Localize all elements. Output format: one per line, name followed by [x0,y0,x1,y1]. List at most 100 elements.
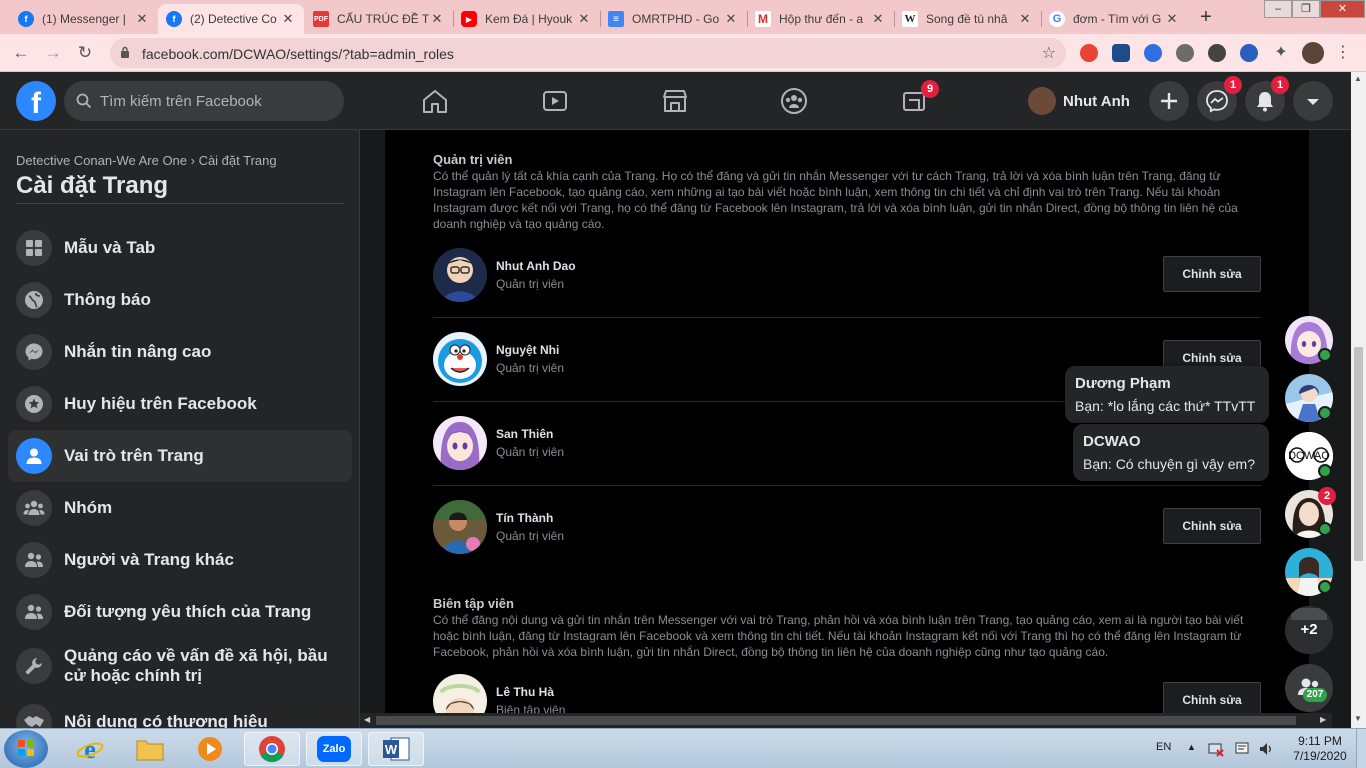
close-tab-icon[interactable]: ✕ [576,11,592,27]
internet-explorer-icon: e [76,735,104,763]
facebook-logo[interactable]: f [16,81,56,121]
windows-logo-icon [18,740,34,756]
zalo-taskbar-button[interactable]: Zalo [306,732,362,766]
avatar[interactable] [1302,42,1324,64]
sidebar-item-page-roles[interactable]: Vai trò trên Trang [8,430,352,482]
avatar[interactable] [433,332,487,386]
forward-button[interactable]: → [42,42,64,64]
chrome-icon [259,736,285,763]
close-tab-icon[interactable]: ✕ [429,11,445,27]
watch-icon[interactable] [540,86,570,116]
gmail-icon: M [755,11,771,27]
close-tab-icon[interactable]: ✕ [1164,11,1180,27]
new-tab-button[interactable]: + [1194,6,1218,30]
list-item: Lê Thu Hà Biên tập viên Chỉnh sửa [433,660,1261,713]
search-input[interactable]: Tìm kiếm trên Facebook [64,81,344,121]
tray-expand-icon[interactable]: ▲ [1187,742,1196,752]
sidebar-item-groups[interactable]: Nhóm [8,482,352,534]
vertical-scrollbar[interactable]: ▲ ▼ [1351,72,1366,728]
language-indicator[interactable]: EN [1156,741,1171,753]
network-icon[interactable] [1208,741,1224,757]
extension-icon[interactable] [1208,44,1226,62]
close-tab-icon[interactable]: ✕ [280,11,296,27]
back-button[interactable]: ← [10,42,32,64]
extension-icon[interactable] [1240,44,1258,62]
close-tab-icon[interactable]: ✕ [1017,11,1033,27]
edit-button[interactable]: Chỉnh sửa [1163,508,1261,544]
editor-section-description: Có thể đăng nội dung và gửi tin nhắn trê… [433,613,1244,659]
start-button[interactable] [4,730,48,768]
sidebar-item-people-other-pages[interactable]: Người và Trang khác [8,534,352,586]
avatar[interactable] [433,248,487,302]
show-desktop-button[interactable] [1356,729,1366,768]
avatar[interactable] [433,416,487,470]
create-button[interactable] [1149,81,1189,121]
sidebar-item-notifications[interactable]: Thông báo [8,274,352,326]
puzzle-icon[interactable]: ✦ [1272,44,1290,62]
chrome-taskbar-button[interactable] [244,732,300,766]
browser-tab[interactable]: ≡ OMRTPHD - Go ✕ [600,4,747,34]
browser-tab[interactable]: ▶ Kem Đá | Hyouk ✕ [453,4,600,34]
edit-button[interactable]: Chỉnh sửa [1163,256,1261,292]
word-taskbar-button[interactable]: W [368,732,424,766]
close-tab-icon[interactable]: ✕ [870,11,886,27]
action-center-icon[interactable] [1234,741,1250,757]
restore-button[interactable]: ❐ [1292,0,1320,18]
volume-icon[interactable] [1258,741,1274,757]
word-icon: W [383,737,410,761]
close-tab-icon[interactable]: ✕ [723,11,739,27]
browser-tab-active[interactable]: f (2) Detective Co ✕ [158,4,304,34]
extension-icon[interactable] [1176,44,1194,62]
horizontal-scrollbar[interactable]: ◀ ▶ [360,713,1332,728]
online-indicator [1318,522,1332,536]
ie-taskbar-button[interactable]: e [62,732,118,766]
handshake-icon [16,704,52,728]
explorer-taskbar-button[interactable] [122,732,178,766]
person-icon [16,438,52,474]
system-clock[interactable]: 9:11 PM 7/19/2020 [1285,734,1355,764]
marketplace-icon[interactable] [660,86,690,116]
facebook-header: f Tìm kiếm trên Facebook 9 Nhut Anh 1 1 [0,72,1351,130]
browser-tab[interactable]: W Song đề tù nhâ ✕ [894,4,1041,34]
scroll-down-icon[interactable]: ▼ [1354,714,1362,723]
sidebar-item-advanced-messaging[interactable]: Nhắn tin nâng cao [8,326,352,378]
messenger-icon [16,334,52,370]
avatar[interactable] [433,500,487,554]
close-tab-icon[interactable]: ✕ [134,11,150,27]
account-menu-button[interactable] [1293,81,1333,121]
more-chats-button[interactable]: +2 [1285,606,1333,654]
close-window-button[interactable]: ✕ [1320,0,1365,18]
bookmark-star-icon[interactable]: ☆ [1042,43,1056,63]
scroll-right-icon[interactable]: ▶ [1320,715,1326,724]
sidebar-item-political-ads[interactable]: Quảng cáo về vấn đề xã hội, bầu cử hoặc … [8,638,352,694]
groups-icon[interactable] [779,86,809,116]
chat-preview-bubble[interactable]: DCWAO Bạn: Có chuyện gì vậy em? [1073,424,1269,481]
extension-icon[interactable] [1112,44,1130,62]
scroll-left-icon[interactable]: ◀ [364,715,370,724]
home-icon[interactable] [420,86,450,116]
profile-chip[interactable]: Nhut Anh [1028,86,1130,116]
browser-tab[interactable]: G đơm - Tìm với G ✕ [1041,4,1188,34]
avatar[interactable] [433,674,487,713]
breadcrumb[interactable]: Detective Conan-We Are One › Cài đặt Tra… [16,153,277,168]
extension-icon[interactable] [1144,44,1162,62]
browser-tab[interactable]: f (1) Messenger | ✕ [10,4,158,34]
media-player-icon [198,737,222,761]
sidebar-item-facebook-badges[interactable]: Huy hiệu trên Facebook [8,378,352,430]
online-indicator [1318,406,1332,420]
media-player-taskbar-button[interactable] [182,732,238,766]
sidebar-item-branded-content[interactable]: Nội dung có thương hiệu [8,696,352,728]
extension-icon[interactable] [1080,44,1098,62]
menu-dots-icon[interactable]: ⋮ [1332,42,1354,64]
contacts-count-badge: 207 [1303,688,1327,702]
reload-button[interactable]: ↻ [74,42,96,64]
browser-tab[interactable]: PDF CẤU TRÚC ĐỀ T ✕ [305,4,453,34]
chat-preview-bubble[interactable]: Dương Phạm Bạn: *lo lắng các thứ* TTvTT [1065,366,1269,423]
minimize-button[interactable]: – [1264,0,1292,18]
sidebar-item-templates-tabs[interactable]: Mẫu và Tab [8,222,352,274]
edit-button[interactable]: Chỉnh sửa [1163,682,1261,713]
sidebar-item-preferred-audience[interactable]: Đối tượng yêu thích của Trang [8,586,352,638]
url-input[interactable]: facebook.com/DCWAO/settings/?tab=admin_r… [110,38,1066,68]
scroll-up-icon[interactable]: ▲ [1354,74,1362,83]
browser-tab[interactable]: M Hộp thư đến - a ✕ [747,4,894,34]
